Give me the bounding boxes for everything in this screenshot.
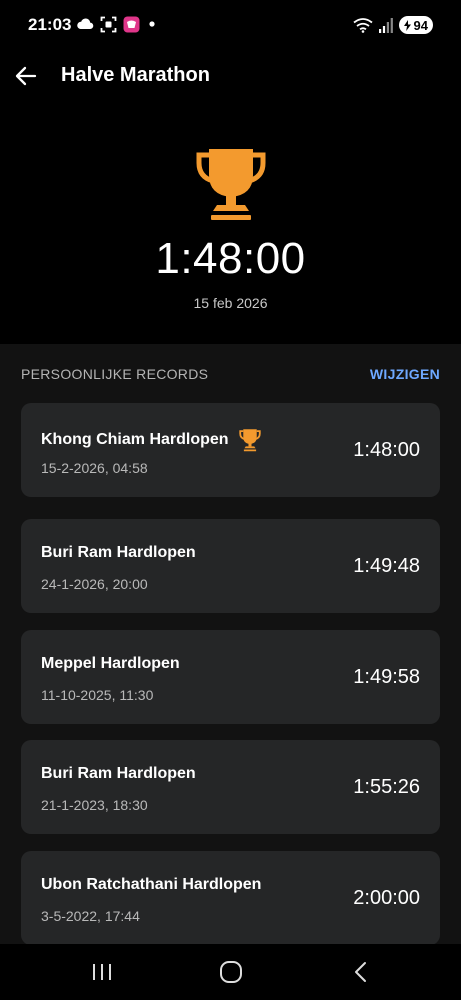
personal-records-section: PERSOONLIJKE RECORDS WIJZIGEN Khong Chia… xyxy=(0,344,461,945)
best-time: 1:48:00 xyxy=(155,234,306,283)
recent-apps-icon xyxy=(93,964,111,980)
page-title: Halve Marathon xyxy=(61,64,210,86)
record-datetime: 11-10-2025, 11:30 xyxy=(41,687,154,703)
record-name-row: Buri Ram Hardlopen xyxy=(41,544,196,562)
edit-button[interactable]: WIJZIGEN xyxy=(370,366,440,382)
record-datetime: 24-1-2026, 20:00 xyxy=(41,576,148,592)
battery-icon: 94 xyxy=(398,16,433,34)
record-name-row: Khong Chiam Hardlopen xyxy=(41,428,261,452)
status-time: 21:03 xyxy=(28,15,72,34)
trophy-icon xyxy=(238,429,261,452)
record-time: 1:48:00 xyxy=(353,439,420,461)
record-card[interactable]: Buri Ram Hardlopen 21-1-2023, 18:30 1:55… xyxy=(21,740,440,834)
record-name: Buri Ram Hardlopen xyxy=(41,765,196,782)
app-notification-icon xyxy=(123,16,140,32)
recent-apps-button[interactable] xyxy=(86,956,118,988)
record-datetime: 3-5-2022, 17:44 xyxy=(41,908,140,924)
trophy-icon xyxy=(196,149,266,220)
dot-icon xyxy=(149,21,155,27)
status-bar: 21:03 94 xyxy=(0,0,461,50)
record-name: Buri Ram Hardlopen xyxy=(41,544,196,561)
record-card[interactable]: Khong Chiam Hardlopen 15-2-2026, 04:58 1… xyxy=(21,403,440,497)
arrow-left-icon xyxy=(15,66,37,86)
record-name: Khong Chiam Hardlopen xyxy=(41,431,229,448)
record-datetime: 21-1-2023, 18:30 xyxy=(41,797,148,813)
record-time: 1:49:58 xyxy=(353,666,420,688)
record-time: 1:55:26 xyxy=(353,776,420,798)
record-name: Meppel Hardlopen xyxy=(41,655,180,672)
status-system-icons: 94 xyxy=(352,14,433,36)
wifi-icon xyxy=(352,18,373,33)
home-button[interactable] xyxy=(215,956,247,988)
status-notification-icons xyxy=(76,14,158,34)
battery-level: 94 xyxy=(413,17,428,33)
record-name: Ubon Ratchathani Hardlopen xyxy=(41,876,262,893)
screenshot-icon xyxy=(100,16,117,32)
record-card[interactable]: Buri Ram Hardlopen 24-1-2026, 20:00 1:49… xyxy=(21,519,440,613)
record-card[interactable]: Meppel Hardlopen 11-10-2025, 11:30 1:49:… xyxy=(21,630,440,724)
back-icon xyxy=(355,962,366,982)
record-time: 2:00:00 xyxy=(353,887,420,909)
cloud-icon xyxy=(77,18,94,30)
record-name-row: Meppel Hardlopen xyxy=(41,655,180,673)
section-title: PERSOONLIJKE RECORDS xyxy=(21,366,209,382)
home-icon xyxy=(220,961,242,983)
back-button[interactable] xyxy=(10,60,42,92)
system-nav-bar xyxy=(0,944,461,1000)
record-name-row: Buri Ram Hardlopen xyxy=(41,765,196,783)
best-date: 15 feb 2026 xyxy=(193,295,268,311)
back-nav-button[interactable] xyxy=(345,956,377,988)
signal-icon xyxy=(378,17,393,33)
record-datetime: 15-2-2026, 04:58 xyxy=(41,460,148,476)
record-name-row: Ubon Ratchathani Hardlopen xyxy=(41,876,261,894)
record-card[interactable]: Ubon Ratchathani Hardlopen 3-5-2022, 17:… xyxy=(21,851,440,945)
app-bar: Halve Marathon xyxy=(0,52,461,98)
record-time: 1:49:48 xyxy=(353,555,420,577)
